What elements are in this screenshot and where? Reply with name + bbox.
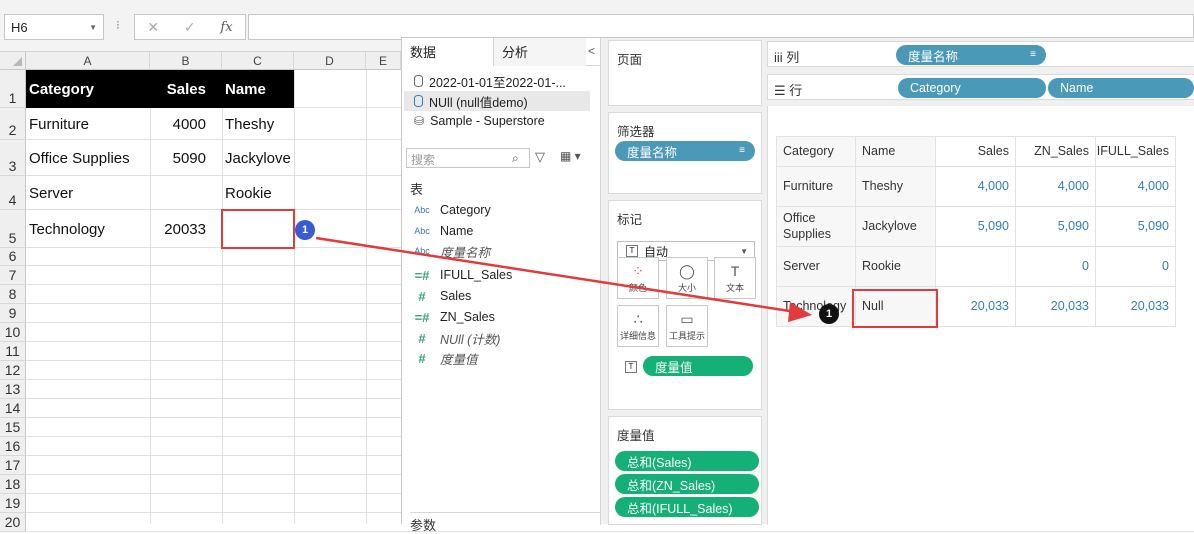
- arrow-line: [315, 236, 797, 314]
- grid-line: [26, 531, 1194, 532]
- arrow-head: [788, 302, 812, 322]
- annotation-arrow: [315, 236, 812, 322]
